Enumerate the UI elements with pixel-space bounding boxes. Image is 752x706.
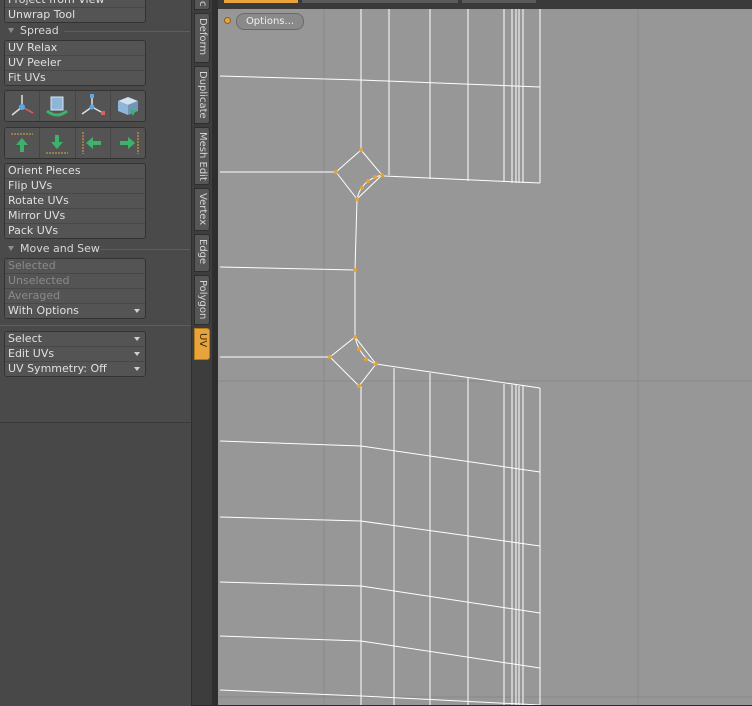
tool-tab-strip: c Deform Duplicate Mesh Edit Vertex Edge… (191, 0, 213, 705)
chevron-down-icon (134, 337, 140, 341)
move-pivot-icon (11, 95, 34, 116)
with-options-label: With Options (8, 304, 79, 317)
arrow-left-icon (82, 132, 101, 154)
sew-unselected-button[interactable]: Unselected (5, 274, 145, 289)
sew-averaged-button[interactable]: Averaged (5, 289, 145, 304)
rotate-box-icon (46, 96, 69, 117)
with-options-dropdown[interactable]: With Options (5, 304, 145, 318)
arrow-down-icon (46, 135, 69, 154)
rotate-uvs-button[interactable]: Rotate UVs (5, 194, 145, 209)
rotate-box-button[interactable] (40, 91, 76, 121)
collapse-triangle-icon (8, 246, 14, 251)
drop-box-icon (117, 97, 138, 116)
uv-symmetry-dropdown[interactable]: UV Symmetry: Off (5, 362, 145, 376)
transform-icon-row (4, 90, 146, 122)
move-pivot-button[interactable] (5, 91, 41, 121)
viewport-options-button[interactable]: Options... (236, 13, 304, 30)
chevron-down-icon (134, 352, 140, 356)
panel-divider (0, 325, 191, 326)
tab-c[interactable]: c (194, 0, 210, 10)
orient-group: Orient Pieces Flip UVs Rotate UVs Mirror… (4, 163, 146, 239)
options-indicator-icon (224, 17, 231, 24)
move-and-sew-header[interactable]: Move and Sew (4, 242, 190, 256)
tab-polygon[interactable]: Polygon (194, 275, 210, 325)
drop-box-button[interactable] (111, 91, 145, 121)
uv-mesh (219, 9, 541, 705)
tab-vertex[interactable]: Vertex (194, 188, 210, 231)
fit-uvs-button[interactable]: Fit UVs (5, 71, 145, 85)
sew-selected-button[interactable]: Selected (5, 259, 145, 274)
scale-axis-icon (81, 94, 105, 115)
align-left-button[interactable] (76, 128, 111, 158)
select-label: Select (8, 332, 42, 345)
spread-label: Spread (20, 24, 59, 37)
unwrap-tool-button[interactable]: Unwrap Tool (5, 8, 145, 22)
uv-viewport[interactable] (218, 9, 752, 705)
tab-duplicate[interactable]: Duplicate (194, 66, 210, 124)
move-and-sew-group: Selected Unselected Averaged With Option… (4, 258, 146, 319)
move-and-sew-label: Move and Sew (20, 242, 100, 255)
tab-uv[interactable]: UV (194, 328, 210, 360)
spread-header[interactable]: Spread (4, 24, 190, 38)
panel-empty-area (0, 422, 191, 706)
selection-group: Select Edit UVs UV Symmetry: Off (4, 331, 146, 377)
tool-panel: Project from View Unwrap Tool Spread UV … (0, 0, 192, 706)
scale-axis-button[interactable] (76, 91, 111, 121)
collapse-triangle-icon (8, 28, 14, 33)
viewport-tab[interactable] (462, 0, 536, 3)
project-from-view-button[interactable]: Project from View (5, 0, 145, 8)
spread-group: UV Relax UV Peeler Fit UVs (4, 40, 146, 86)
pack-uvs-button[interactable]: Pack UVs (5, 224, 145, 238)
align-up-button[interactable] (5, 128, 41, 158)
tab-edge[interactable]: Edge (194, 234, 210, 272)
align-right-button[interactable] (111, 128, 145, 158)
align-icon-row (4, 127, 146, 159)
unwrap-group: Project from View Unwrap Tool (4, 0, 146, 23)
orient-pieces-button[interactable]: Orient Pieces (5, 164, 145, 179)
edit-uvs-dropdown[interactable]: Edit UVs (5, 347, 145, 362)
uv-relax-button[interactable]: UV Relax (5, 41, 145, 56)
viewport-header (218, 0, 752, 9)
chevron-down-icon (134, 309, 140, 313)
uv-mesh-canvas[interactable] (218, 9, 752, 705)
flip-uvs-button[interactable]: Flip UVs (5, 179, 145, 194)
uv-symmetry-label: UV Symmetry: Off (8, 362, 107, 375)
viewport-tab[interactable] (302, 0, 458, 3)
uv-peeler-button[interactable]: UV Peeler (5, 56, 145, 71)
tab-mesh-edit[interactable]: Mesh Edit (194, 127, 210, 185)
edit-uvs-label: Edit UVs (8, 347, 55, 360)
section-divider (64, 31, 190, 32)
tab-deform[interactable]: Deform (194, 13, 210, 63)
arrow-right-icon (119, 132, 139, 154)
arrow-up-icon (11, 133, 34, 152)
section-divider (100, 249, 190, 250)
align-down-button[interactable] (40, 128, 76, 158)
mirror-uvs-button[interactable]: Mirror UVs (5, 209, 145, 224)
viewport-tab-active[interactable] (224, 0, 298, 3)
select-dropdown[interactable]: Select (5, 332, 145, 347)
chevron-down-icon (134, 367, 140, 371)
